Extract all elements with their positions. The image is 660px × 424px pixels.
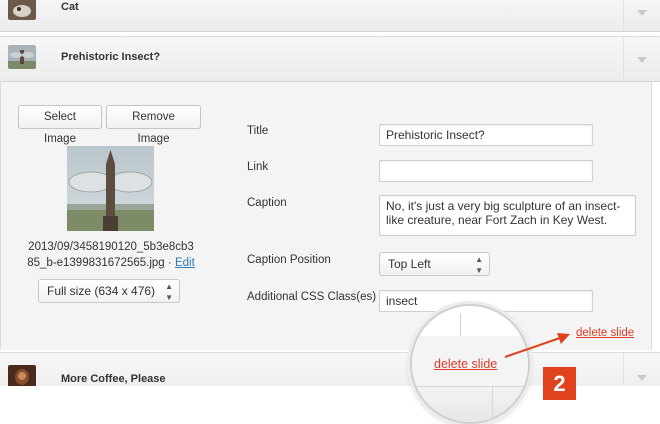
callout-number-badge: 2: [543, 367, 576, 400]
callout-arrow-icon: [504, 333, 570, 358]
